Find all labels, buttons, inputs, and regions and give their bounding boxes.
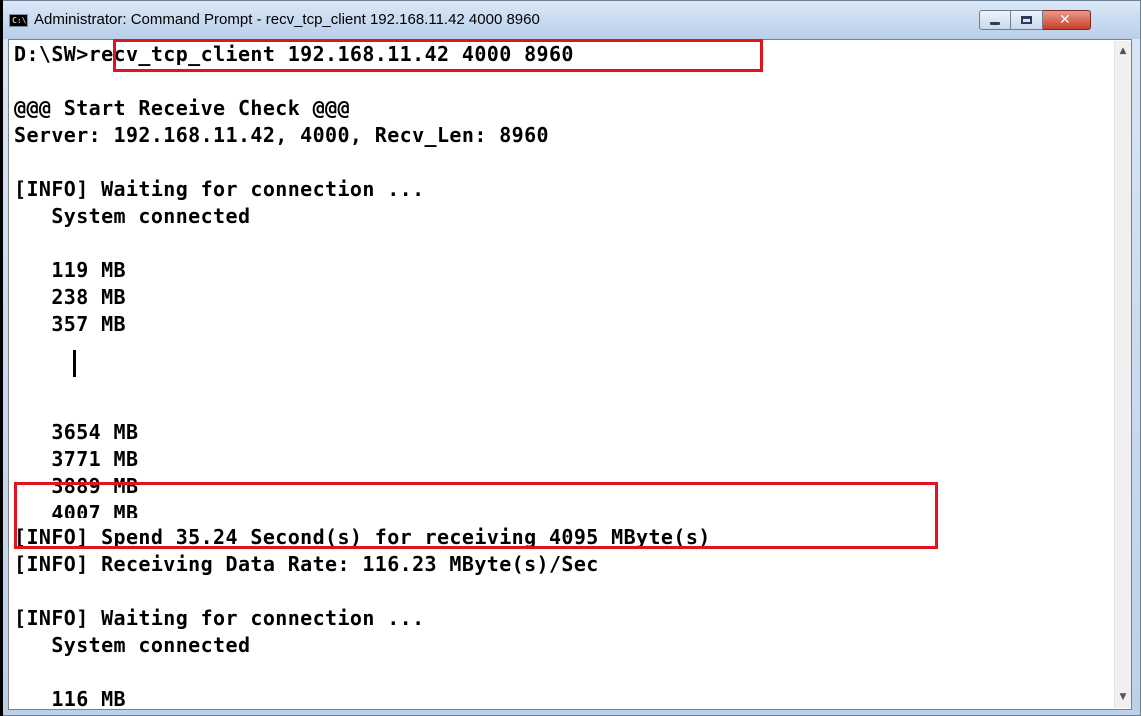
output-line-waiting: [INFO] Waiting for connection ...	[14, 177, 425, 201]
output-line-server: Server: 192.168.11.42, 4000, Recv_Len: 8…	[14, 123, 549, 147]
window-left-edge	[0, 0, 3, 716]
console-area[interactable]: D:\SW>recv_tcp_client 192.168.11.42 4000…	[8, 39, 1132, 710]
output-line-connected: System connected	[14, 633, 251, 657]
scroll-down-icon[interactable]: ▼	[1115, 689, 1131, 706]
vertical-scrollbar[interactable]: ▲ ▼	[1114, 41, 1131, 708]
prompt: D:\SW>	[14, 42, 89, 66]
cmd-icon[interactable]: C:\	[9, 14, 28, 27]
output-line-rate: [INFO] Receiving Data Rate: 116.23 MByte…	[14, 552, 599, 576]
window-title: Administrator: Command Prompt - recv_tcp…	[34, 11, 540, 28]
output-line-waiting: [INFO] Waiting for connection ...	[14, 606, 425, 630]
title-bar[interactable]: C:\ Administrator: Command Prompt - recv…	[1, 1, 1140, 39]
output-line-connected: System connected	[14, 204, 251, 228]
output-line-mb: 238 MB	[14, 285, 126, 309]
output-line-start: @@@ Start Receive Check @@@	[14, 96, 350, 120]
output-line-mb: 3654 MB	[14, 420, 139, 444]
command-prompt-window: C:\ Administrator: Command Prompt - recv…	[0, 0, 1141, 716]
close-icon: ✕	[1059, 12, 1071, 28]
maximize-button[interactable]	[1010, 10, 1043, 30]
result-highlight-box	[14, 482, 938, 549]
console-output[interactable]: D:\SW>recv_tcp_client 192.168.11.42 4000…	[10, 41, 1114, 708]
cmd-icon-text: C:\	[12, 16, 27, 25]
minimize-button[interactable]	[979, 10, 1010, 30]
output-line-mb: 116 MB	[14, 687, 126, 708]
minimize-icon	[990, 22, 1000, 25]
ellipsis-bar	[73, 350, 76, 377]
maximize-icon	[1021, 16, 1032, 24]
close-button[interactable]: ✕	[1043, 10, 1091, 30]
output-line-mb: 119 MB	[14, 258, 126, 282]
scroll-up-icon[interactable]: ▲	[1115, 43, 1131, 60]
output-line-mb: 357 MB	[14, 312, 126, 336]
command-highlight-box	[113, 39, 763, 72]
output-line-mb: 3771 MB	[14, 447, 139, 471]
